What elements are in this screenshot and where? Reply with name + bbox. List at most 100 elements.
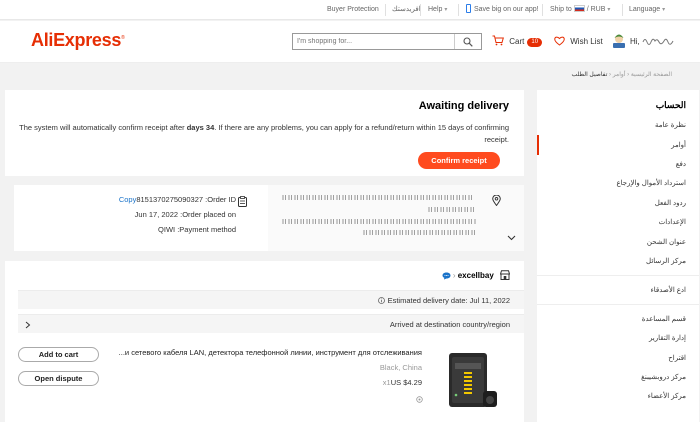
store-name: excellbay	[457, 271, 494, 280]
help-menu[interactable]: Help ▾	[428, 0, 447, 20]
buyer-protection-link[interactable]: Buyer Protection	[327, 0, 379, 20]
aliexpress-logo[interactable]: AliExpress®	[31, 30, 125, 51]
store-header[interactable]: › excellbay	[442, 270, 510, 280]
divider	[537, 275, 699, 276]
order-id: 8151370275090327 :Order ID	[136, 195, 236, 204]
logo-mark: ®	[121, 35, 125, 41]
sidebar-item-messages[interactable]: مركز الرسائل	[646, 257, 686, 265]
breadcrumb-orders[interactable]: أوامر	[613, 72, 626, 78]
status-title: Awaiting delivery	[418, 100, 509, 112]
info-icon	[378, 297, 386, 304]
header: AliExpress® Cart10 Wish List Hi,	[0, 21, 700, 63]
estimated-delivery: Estimated delivery date: Jul 11, 2022	[378, 291, 510, 310]
awaiting-delivery-card: Awaiting delivery The system will automa…	[5, 90, 524, 176]
search-button[interactable]	[454, 34, 481, 49]
cart-label: Cart	[509, 37, 525, 46]
tracking-status: Arrived at destination country/region	[389, 320, 510, 329]
sidebar-item-invite-friends[interactable]: ادع الأصدقاء	[650, 286, 686, 294]
chat-icon[interactable]	[442, 272, 451, 280]
snapshot-icon[interactable]	[416, 396, 423, 403]
shipping-address-panel	[268, 185, 524, 251]
sidebar-item-payment[interactable]: دفع	[676, 160, 686, 168]
order-date: Jun 17, 2022 :Order placed on	[134, 210, 236, 219]
order-id-row: Copy8151370275090327 :Order ID	[119, 195, 236, 204]
sidebar-item-shipping-address[interactable]: عنوان الشحن	[647, 238, 686, 246]
product-title[interactable]: ...и сетевого кабеля LAN, детектора теле…	[119, 348, 422, 357]
russia-flag-icon	[573, 5, 585, 12]
status-text-after: . If there are any problems, you can app…	[214, 123, 509, 144]
wishlist-link[interactable]: Wish List	[554, 33, 603, 50]
account-greeting[interactable]: Hi,	[630, 33, 676, 50]
redacted-address-line	[282, 219, 476, 224]
redacted-address-line	[428, 207, 474, 212]
tracking-row[interactable]: Arrived at destination country/region	[18, 314, 524, 333]
payment-method: QIWI :Payment method	[158, 225, 236, 234]
sidebar-item-overview[interactable]: نظرة عامة	[655, 121, 686, 129]
divider	[622, 4, 623, 16]
heart-icon	[554, 36, 565, 46]
arabic-link[interactable]: افريدستك	[392, 0, 421, 20]
product-quantity: x1	[382, 378, 391, 387]
breadcrumb-current: تفاصيل الطلب	[571, 72, 608, 78]
chevron-left-icon	[25, 321, 31, 329]
sidebar-item-refunds[interactable]: استرداد الأموال والإرجاع	[616, 179, 686, 187]
sidebar-item-orders[interactable]: أوامر	[671, 141, 686, 149]
sidebar-item-feedback[interactable]: ردود الفعل	[655, 199, 686, 207]
search-bar	[292, 33, 482, 50]
clipboard-icon	[238, 196, 247, 207]
breadcrumb-separator: ‹	[625, 72, 630, 78]
username-scribble	[642, 38, 674, 45]
breadcrumb: الصفحة الرئيسية ‹ أوامر ‹ تفاصيل الطلب	[571, 71, 672, 78]
sidebar-item-settings[interactable]: الإعدادات	[659, 218, 686, 226]
product-image[interactable]	[441, 351, 505, 411]
redacted-address-line	[363, 230, 476, 235]
chevron-down-icon: ▾	[444, 7, 448, 13]
store-icon	[500, 270, 510, 280]
avatar[interactable]	[612, 32, 626, 49]
help-label: Help	[428, 6, 443, 13]
location-pin-icon	[492, 195, 501, 206]
chevron-down-icon[interactable]	[507, 235, 516, 241]
copy-order-id-link[interactable]: Copy	[119, 195, 137, 204]
estimated-delivery-row: Estimated delivery date: Jul 11, 2022	[18, 290, 524, 309]
greeting-label: Hi,	[630, 37, 642, 46]
chevron-down-icon: ▾	[662, 7, 666, 13]
sidebar-item-help[interactable]: قسم المساعدة	[642, 315, 686, 323]
open-dispute-button[interactable]: Open dispute	[18, 371, 99, 386]
search-icon	[463, 36, 473, 47]
cart-link[interactable]: Cart 10	[492, 33, 543, 50]
divider	[542, 4, 543, 16]
status-text-before: The system will automatically confirm re…	[19, 123, 187, 132]
top-bar: Buyer Protection افريدستك Help ▾ Save bi…	[0, 0, 700, 20]
cart-icon	[492, 35, 504, 46]
sidebar-item-member-center[interactable]: مركز الأعضاء	[648, 392, 686, 400]
sidebar-item-reports[interactable]: إدارة التقارير	[649, 334, 686, 342]
language-label: Language	[629, 6, 661, 13]
language-menu[interactable]: Language ▾	[629, 0, 665, 20]
breadcrumb-home[interactable]: الصفحة الرئيسية	[631, 72, 672, 78]
status-description: The system will automatically confirm re…	[19, 122, 509, 146]
phone-icon	[466, 4, 471, 13]
ship-to-menu[interactable]: Ship to / RUB ▾	[550, 0, 610, 20]
divider	[385, 4, 386, 16]
chevron-down-icon: ▾	[607, 7, 611, 13]
product-variant: Black, China	[379, 363, 422, 372]
app-promo-label: Save big on our app!	[474, 6, 539, 13]
logo-text: AliExpress	[31, 30, 122, 50]
divider	[420, 4, 421, 16]
ship-to-label: Ship to	[550, 6, 572, 13]
app-promo-link[interactable]: Save big on our app!	[466, 0, 539, 20]
order-info-card: Copy8151370275090327 :Order ID Jun 17, 2…	[14, 185, 524, 251]
add-to-cart-button[interactable]: Add to cart	[18, 347, 99, 362]
confirm-receipt-button[interactable]: Confirm receipt	[418, 152, 500, 169]
wishlist-label: Wish List	[570, 37, 603, 46]
account-sidebar: الحساب نظرة عامة أوامر دفع استرداد الأمو…	[537, 90, 699, 422]
sidebar-item-suggestion[interactable]: اقتراح	[668, 354, 686, 362]
sidebar-title: الحساب	[655, 100, 686, 110]
product-price: US $4.29	[390, 378, 422, 387]
cart-count-badge: 10	[527, 38, 543, 47]
store-order-card: › excellbay Estimated delivery date: Jul…	[5, 261, 524, 422]
sidebar-item-dropshipping[interactable]: مركز دروبشيبنغ	[641, 373, 686, 381]
search-input[interactable]	[293, 34, 455, 49]
days-remaining: days 34	[186, 123, 215, 132]
